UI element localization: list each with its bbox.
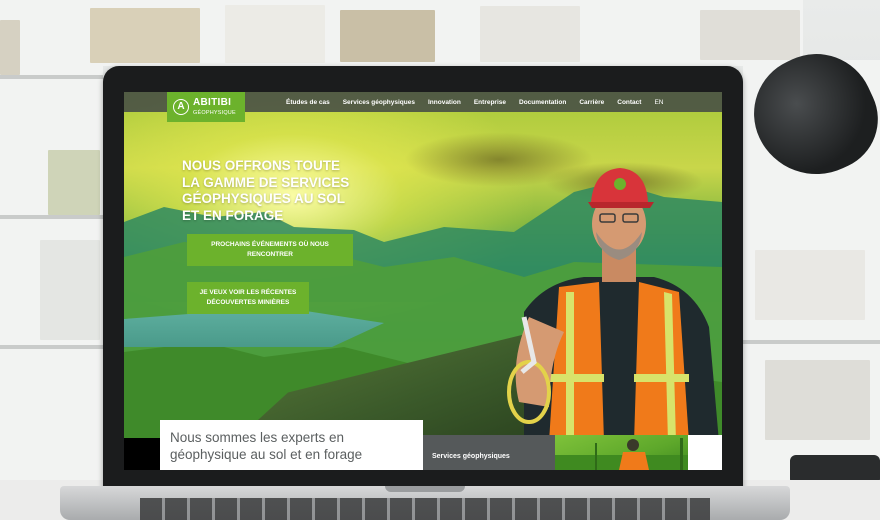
logo-icon: A: [173, 99, 189, 115]
book: [90, 8, 200, 63]
about-panel: Nous sommes les experts en géophysique a…: [160, 420, 423, 470]
hero-headline-line: LA GAMME DE SERVICES: [182, 174, 350, 190]
about-heading-line: géophysique au sol et en forage: [170, 447, 363, 462]
nav-item-carriere[interactable]: Carrière: [579, 99, 604, 106]
book: [40, 240, 100, 340]
nav-item-contact[interactable]: Contact: [617, 99, 641, 106]
nav-item-etudes-de-cas[interactable]: Études de cas: [286, 99, 330, 106]
upcoming-events-button[interactable]: PROCHAINS ÉVÉNEMENTS OÙ NOUS RENCONTRER: [187, 234, 353, 266]
services-thumbnail[interactable]: [555, 435, 688, 470]
shelf-divider: [0, 215, 103, 219]
laptop-keyboard: [140, 498, 710, 520]
nav-item-services[interactable]: Services géophysiques: [343, 99, 415, 106]
recent-discoveries-button[interactable]: JE VEUX VOIR LES RÉCENTES DÉCOUVERTES MI…: [187, 282, 309, 314]
cta-label-line: JE VEUX VOIR LES RÉCENTES: [199, 289, 297, 296]
shelf-divider: [0, 75, 103, 79]
cta-label-line: RENCONTRER: [247, 251, 293, 258]
hero-headline-line: NOUS OFFRONS TOUTE: [182, 158, 341, 173]
services-card-label: Services géophysiques: [432, 453, 510, 460]
book: [48, 150, 100, 215]
nav-item-entreprise[interactable]: Entreprise: [474, 99, 506, 106]
logo-name: ABITIBI: [193, 97, 232, 108]
hero-headline: NOUS OFFRONS TOUTE LA GAMME DE SERVICES …: [182, 158, 372, 224]
cta-label-line: DÉCOUVERTES MINIÈRES: [206, 299, 290, 306]
book: [480, 6, 580, 62]
hero-headline-line: ET EN FORAGE: [182, 207, 284, 223]
book: [700, 10, 800, 60]
shelf-divider: [743, 340, 880, 344]
book: [340, 10, 435, 62]
book: [225, 5, 325, 63]
about-heading-line: Nous sommes les experts en: [170, 430, 345, 445]
cta-label-line: PROCHAINS ÉVÉNEMENTS OÙ NOUS: [211, 241, 329, 248]
site-logo[interactable]: A ABITIBI GÉOPHYSIQUE: [167, 92, 245, 122]
book: [0, 20, 20, 75]
book: [755, 250, 865, 320]
laptop-screen: Études de cas Services géophysiques Inno…: [124, 92, 722, 470]
services-card[interactable]: Services géophysiques: [423, 435, 555, 470]
about-heading: Nous sommes les experts en géophysique a…: [170, 429, 410, 463]
blank-panel: [688, 435, 722, 470]
geophysicist-photo: [507, 168, 719, 442]
nav-item-innovation[interactable]: Innovation: [428, 99, 461, 106]
book: [765, 360, 870, 440]
nav-item-documentation[interactable]: Documentation: [519, 99, 566, 106]
shelf-divider: [0, 345, 103, 349]
language-switch[interactable]: EN: [654, 99, 663, 106]
top-bookshelf: [103, 0, 803, 66]
laptop-notch: [385, 486, 465, 492]
hero-headline-line: GÉOPHYSIQUES AU SOL: [182, 191, 346, 206]
worker-thumbnail-image: [555, 438, 688, 470]
nav-menu: Études de cas Services géophysiques Inno…: [286, 92, 663, 112]
logo-subtitle: GÉOPHYSIQUE: [193, 110, 236, 116]
